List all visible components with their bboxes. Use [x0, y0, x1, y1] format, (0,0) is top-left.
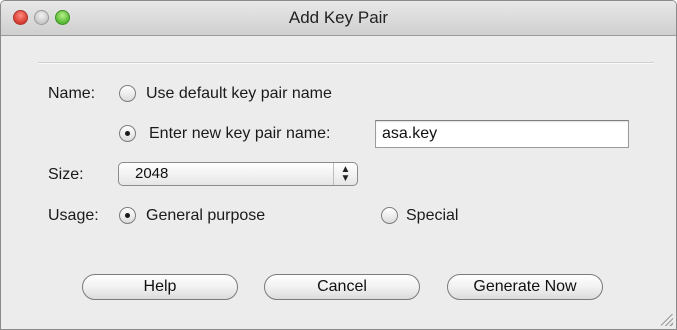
radio-default-name-label[interactable]: Use default key pair name [146, 84, 332, 104]
help-button[interactable]: Help [82, 274, 238, 300]
radio-special[interactable] [381, 207, 398, 224]
radio-default-name[interactable] [119, 85, 136, 102]
title-bar[interactable]: Add Key Pair [1, 1, 676, 36]
key-pair-name-input[interactable]: asa.key [375, 120, 629, 148]
radio-new-name[interactable] [119, 125, 136, 142]
resize-grip-icon[interactable] [661, 314, 673, 326]
generate-now-button[interactable]: Generate Now [447, 274, 603, 300]
divider [38, 62, 654, 64]
size-label: Size: [48, 166, 84, 183]
radio-special-label[interactable]: Special [406, 206, 458, 226]
cancel-button[interactable]: Cancel [264, 274, 420, 300]
usage-label: Usage: [48, 207, 99, 224]
size-select[interactable]: 2048 [118, 162, 358, 186]
up-down-arrows-icon[interactable]: ▲ ▼ [333, 163, 357, 185]
radio-general-purpose[interactable] [119, 207, 136, 224]
add-key-pair-dialog: Add Key Pair Name: Use default key pair … [0, 0, 677, 330]
window-title: Add Key Pair [288, 8, 389, 27]
name-label: Name: [48, 85, 96, 102]
radio-new-name-label[interactable]: Enter new key pair name: [149, 124, 330, 144]
radio-general-purpose-label[interactable]: General purpose [146, 206, 265, 226]
